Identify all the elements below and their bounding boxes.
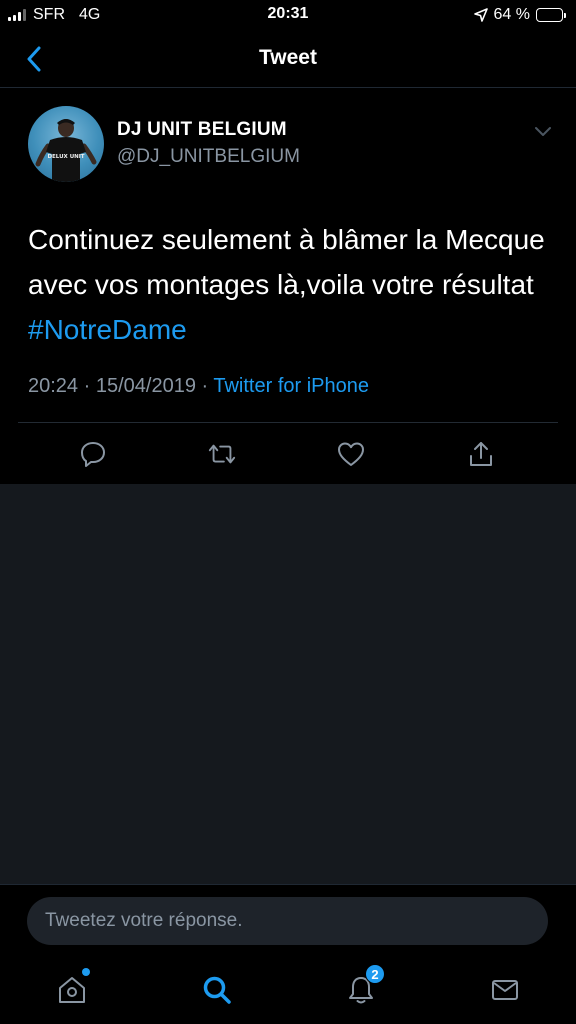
avatar-image: DELUX UNIT: [35, 119, 97, 182]
divider: [18, 422, 558, 423]
tweet-date: 15/04/2019: [95, 375, 196, 397]
hashtag-link[interactable]: #NotreDame: [28, 314, 187, 345]
heart-icon: [338, 442, 364, 466]
more-options-button[interactable]: [534, 125, 552, 143]
status-bar: SFR 4G 20:31 64 %: [0, 0, 576, 30]
reply-icon: [81, 442, 105, 467]
notification-badge: 2: [365, 964, 385, 984]
share-icon: [470, 442, 492, 466]
tweet-source-link[interactable]: Twitter for iPhone: [213, 375, 369, 397]
tweet-actions: [0, 425, 576, 481]
like-button[interactable]: [336, 439, 366, 469]
tab-search[interactable]: [199, 972, 235, 1008]
share-button[interactable]: [466, 439, 496, 469]
home-icon: [59, 977, 85, 1003]
new-content-dot: [82, 968, 90, 976]
reply-button[interactable]: [78, 439, 108, 469]
avatar[interactable]: DELUX UNIT: [28, 106, 104, 182]
location-arrow-icon: [473, 8, 488, 22]
battery-percent: 64 %: [493, 6, 530, 23]
reply-input[interactable]: [27, 897, 548, 945]
retweet-button[interactable]: [207, 439, 237, 469]
tweet-meta: 20:24 · 15/04/2019 · Twitter for iPhone: [28, 375, 369, 398]
tweet-text: Continuez seulement à blâmer la Mecque a…: [28, 217, 548, 352]
tweet-body: Continuez seulement à blâmer la Mecque a…: [28, 224, 545, 300]
reply-bar: [0, 884, 576, 960]
tab-bar: 2: [0, 960, 576, 1024]
tweet-detail: DELUX UNIT DJ UNIT BELGIUM @DJ_UNITBELGI…: [0, 89, 576, 484]
status-right: 64 %: [473, 6, 566, 24]
tab-notifications[interactable]: 2: [343, 964, 385, 1008]
nav-bar: Tweet: [0, 30, 576, 88]
battery-icon: [536, 8, 566, 22]
meta-separator: ·: [195, 375, 214, 397]
mail-icon: [492, 980, 518, 1000]
chevron-down-icon: [535, 127, 551, 136]
search-icon: [203, 976, 231, 1004]
replies-area: [0, 484, 576, 884]
display-name[interactable]: DJ UNIT BELGIUM: [117, 119, 287, 141]
meta-separator: ·: [78, 375, 96, 397]
tweet-time: 20:24: [28, 375, 79, 397]
page-title: Tweet: [259, 46, 317, 69]
tab-messages[interactable]: [487, 972, 523, 1008]
tab-home[interactable]: [54, 968, 90, 1008]
user-handle[interactable]: @DJ_UNITBELGIUM: [117, 146, 300, 168]
retweet-icon: [208, 444, 236, 464]
avatar-shirt-text: DELUX UNIT: [47, 154, 84, 160]
